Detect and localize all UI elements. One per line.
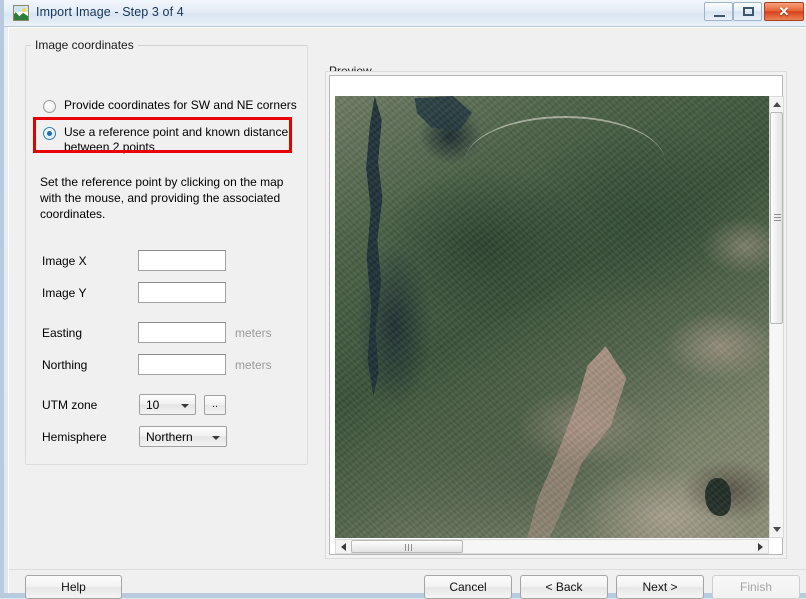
selection-highlight-annotation bbox=[33, 117, 292, 153]
footer-separator bbox=[9, 569, 806, 570]
minimize-button[interactable] bbox=[704, 2, 733, 21]
image-y-input[interactable] bbox=[138, 282, 226, 303]
title-bar: Import Image - Step 3 of 4 ✕ bbox=[4, 0, 806, 27]
utm-zone-label: UTM zone bbox=[42, 398, 98, 412]
horizontal-scrollbar-thumb[interactable] bbox=[351, 540, 463, 553]
next-button[interactable]: Next > bbox=[616, 575, 704, 599]
image-x-input[interactable] bbox=[138, 250, 226, 271]
image-texture bbox=[335, 96, 769, 538]
finish-button: Finish bbox=[712, 575, 800, 599]
image-coordinates-legend: Image coordinates bbox=[31, 38, 138, 52]
window-title: Import Image - Step 3 of 4 bbox=[36, 5, 184, 19]
easting-input[interactable] bbox=[138, 322, 226, 343]
scroll-down-arrow-icon bbox=[773, 527, 781, 532]
utm-zone-dropdown[interactable]: 10 bbox=[139, 394, 196, 415]
chevron-down-icon[interactable] bbox=[208, 428, 225, 445]
image-file-icon bbox=[13, 5, 29, 21]
hemisphere-value: Northern bbox=[146, 430, 193, 444]
utm-zone-value: 10 bbox=[146, 398, 160, 412]
hemisphere-label: Hemisphere bbox=[42, 430, 107, 444]
scroll-right-button[interactable] bbox=[754, 540, 768, 553]
radio-provide-corner-coordinates-label: Provide coordinates for SW and NE corner… bbox=[64, 98, 297, 112]
scroll-up-button[interactable] bbox=[770, 97, 783, 111]
radio-button-unselected-icon[interactable] bbox=[43, 100, 56, 113]
dialog-client-area: Image coordinates Provide coordinates fo… bbox=[8, 27, 806, 599]
easting-unit-label: meters bbox=[235, 326, 272, 340]
chevron-down-icon[interactable] bbox=[177, 396, 194, 413]
import-image-dialog: Import Image - Step 3 of 4 ✕ Image coord… bbox=[0, 0, 806, 599]
hemisphere-dropdown[interactable]: Northern bbox=[139, 426, 227, 447]
utm-zone-browse-button[interactable]: .. bbox=[204, 395, 226, 415]
preview-horizontal-scrollbar[interactable] bbox=[335, 539, 769, 554]
help-button[interactable]: Help bbox=[25, 575, 122, 599]
minimize-icon bbox=[705, 3, 732, 20]
northing-label: Northing bbox=[42, 358, 88, 372]
easting-label: Easting bbox=[42, 326, 83, 340]
close-icon: ✕ bbox=[778, 4, 790, 19]
scroll-left-arrow-icon bbox=[341, 543, 346, 551]
close-button[interactable]: ✕ bbox=[764, 2, 804, 21]
maximize-icon bbox=[734, 3, 761, 20]
instructions-text: Set the reference point by clicking on t… bbox=[40, 175, 284, 221]
image-x-label: Image X bbox=[42, 254, 87, 268]
vertical-scrollbar-thumb[interactable] bbox=[770, 112, 783, 324]
scroll-right-arrow-icon bbox=[758, 543, 763, 551]
back-button[interactable]: < Back bbox=[520, 575, 608, 599]
image-y-label: Image Y bbox=[42, 286, 87, 300]
maximize-button[interactable] bbox=[733, 2, 762, 21]
northing-input[interactable] bbox=[138, 354, 226, 375]
preview-vertical-scrollbar[interactable] bbox=[769, 96, 784, 538]
scroll-down-button[interactable] bbox=[770, 523, 783, 537]
northing-unit-label: meters bbox=[235, 358, 272, 372]
scroll-up-arrow-icon bbox=[773, 102, 781, 107]
scroll-left-button[interactable] bbox=[336, 540, 350, 553]
cancel-button[interactable]: Cancel bbox=[424, 575, 512, 599]
preview-image-viewport[interactable] bbox=[335, 96, 769, 538]
satellite-image[interactable] bbox=[335, 96, 769, 538]
